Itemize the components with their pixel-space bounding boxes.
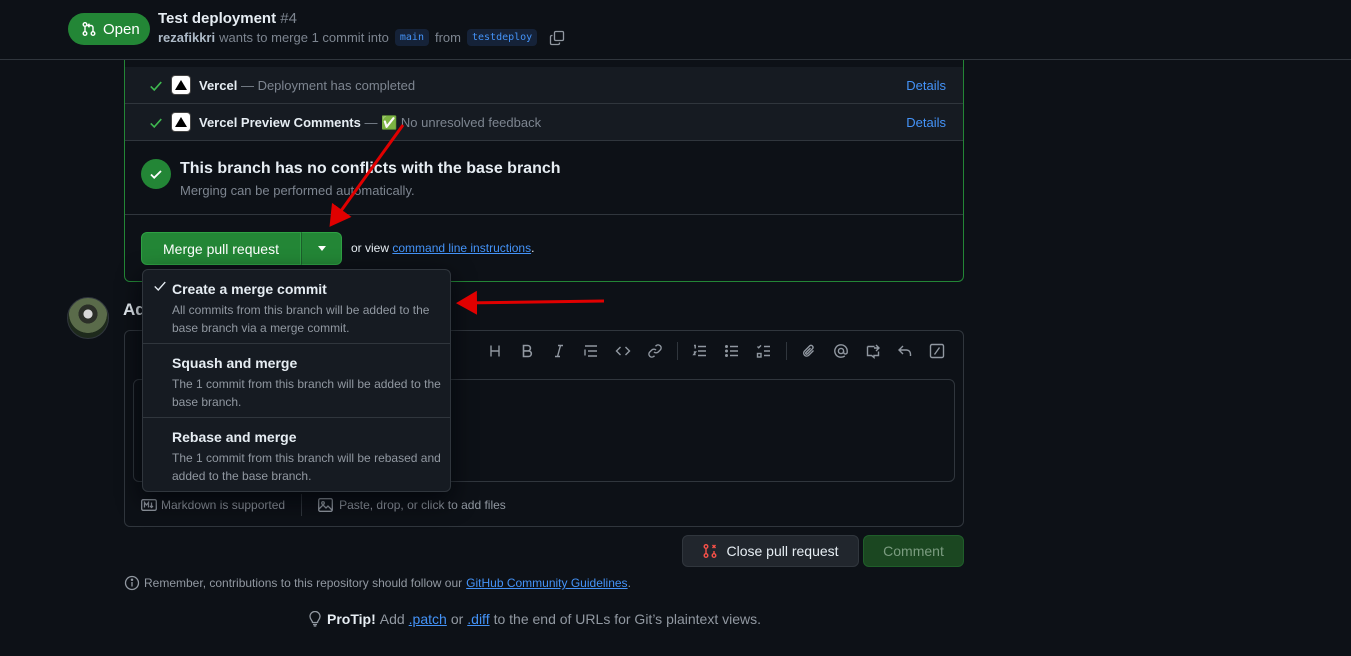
merge-box: Vercel — Deployment has completed Detail… [124, 60, 964, 282]
bold-icon[interactable] [511, 339, 543, 363]
community-guidelines-link[interactable]: GitHub Community Guidelines [466, 576, 627, 590]
link-icon[interactable] [639, 339, 671, 363]
check-description: — ✅ No unresolved feedback [364, 115, 542, 130]
comment-footer: Markdown is supported Paste, drop, or cl… [141, 494, 506, 516]
check-details-link[interactable]: Details [906, 115, 946, 130]
italic-icon[interactable] [543, 339, 575, 363]
pr-title-text: Test deployment [158, 10, 277, 27]
check-name: Vercel [199, 78, 238, 93]
menu-item-title: Create a merge commit [172, 281, 327, 297]
check-icon [150, 81, 162, 92]
vercel-logo-icon [171, 112, 191, 132]
merge-button-group: Merge pull request [141, 232, 342, 265]
pr-title: Test deployment #4 [158, 10, 297, 27]
protip-label: ProTip! [327, 611, 376, 627]
or-view-label: or view [351, 241, 390, 255]
base-branch[interactable]: main [394, 29, 429, 46]
toolbar-divider [786, 342, 787, 360]
git-pull-request-closed-icon [703, 544, 717, 558]
patch-link[interactable]: .patch [409, 611, 447, 627]
merge-method-rebase-and-merge[interactable]: Rebase and merge The 1 commit from this … [143, 418, 450, 492]
markdown-note-label: Markdown is supported [161, 498, 286, 512]
menu-item-description: The 1 commit from this branch will be re… [172, 451, 441, 483]
code-icon[interactable] [607, 339, 639, 363]
pr-state-label: Open [103, 20, 140, 38]
heading-icon[interactable] [479, 339, 511, 363]
add-files-button[interactable]: Paste, drop, or click to add files [318, 498, 506, 512]
command-line-instructions-link[interactable]: command line instructions [392, 241, 531, 255]
menu-item-title: Rebase and merge [172, 429, 297, 445]
guidelines-text: Remember, contributions to this reposito… [144, 576, 463, 590]
conflict-title: This branch has no conflicts with the ba… [180, 160, 561, 177]
guidelines-period: . [627, 576, 631, 590]
merge-method-menu: Create a merge commit All commits from t… [142, 269, 451, 492]
unordered-list-icon[interactable] [716, 339, 748, 363]
git-pull-request-icon [82, 22, 96, 36]
caret-down-icon [317, 246, 326, 251]
merge-method-dropdown-button[interactable] [301, 232, 342, 265]
merge-pull-request-button[interactable]: Merge pull request [141, 232, 301, 265]
check-text: Vercel Preview Comments — ✅ No unresolve… [199, 115, 541, 131]
community-guidelines-note: Remember, contributions to this reposito… [124, 575, 631, 591]
mention-icon[interactable] [825, 339, 857, 363]
menu-item-title: Squash and merge [172, 355, 298, 371]
quote-icon[interactable] [575, 339, 607, 363]
markdown-icon [141, 499, 157, 511]
slash-command-icon[interactable] [921, 339, 953, 363]
head-branch[interactable]: testdeploy [466, 29, 538, 46]
check-description: — Deployment has completed [240, 78, 416, 93]
pr-number: #4 [280, 10, 297, 27]
ordered-list-icon[interactable] [684, 339, 716, 363]
protip-text: Add [379, 611, 405, 627]
info-icon [124, 575, 140, 591]
toolbar-divider [677, 342, 678, 360]
vercel-logo-icon [171, 75, 191, 95]
close-pull-request-button[interactable]: Close pull request [682, 535, 859, 567]
menu-item-description: The 1 commit from this branch will be ad… [172, 377, 441, 409]
cross-reference-icon[interactable] [857, 339, 889, 363]
sticky-header: Open Test deployment #4 rezafikkri wants… [0, 0, 1351, 60]
check-row-vercel: Vercel — Deployment has completed Detail… [125, 67, 963, 104]
check-icon [154, 281, 166, 291]
from-text: from [434, 30, 461, 45]
avatar[interactable] [67, 297, 109, 339]
merge-method-squash-and-merge[interactable]: Squash and merge The 1 commit from this … [143, 344, 450, 418]
conflict-status: This branch has no conflicts with the ba… [125, 142, 963, 215]
markdown-toolbar [479, 339, 953, 363]
footer-divider [301, 494, 303, 516]
conflict-subtitle: Merging can be performed automatically. [180, 183, 415, 198]
pr-meta: rezafikkri wants to merge 1 commit into … [158, 29, 565, 46]
reply-icon[interactable] [889, 339, 921, 363]
check-text: Vercel — Deployment has completed [199, 78, 415, 93]
check-icon [150, 118, 162, 129]
annotation-arrow-to-merge-commit [456, 290, 605, 315]
check-name: Vercel Preview Comments [199, 115, 361, 130]
markdown-note[interactable]: Markdown is supported [141, 498, 285, 512]
light-bulb-icon [309, 611, 321, 627]
protip: ProTip! Add .patch or .diff to the end o… [307, 611, 761, 627]
or-view-text: or view command line instructions. [351, 241, 534, 255]
protip-or: or [450, 611, 464, 627]
image-icon [318, 498, 334, 512]
pr-state-badge: Open [68, 13, 150, 45]
check-circle-icon [141, 159, 171, 189]
protip-text-end: to the end of URLs for Git’s plaintext v… [493, 611, 761, 627]
pr-meta-text: wants to merge 1 commit into [219, 30, 389, 45]
close-pull-request-label: Close pull request [726, 543, 839, 559]
merge-method-create-merge-commit[interactable]: Create a merge commit All commits from t… [143, 270, 450, 344]
pr-author-link[interactable]: rezafikkri [158, 30, 215, 45]
add-files-label: Paste, drop, or click to add files [339, 498, 506, 512]
menu-item-description: All commits from this branch will be add… [172, 303, 430, 335]
copy-icon[interactable] [549, 30, 565, 46]
check-row-vercel-preview-comments: Vercel Preview Comments — ✅ No unresolve… [125, 104, 963, 141]
paperclip-icon[interactable] [793, 339, 825, 363]
check-details-link[interactable]: Details [906, 78, 946, 93]
period: . [531, 241, 535, 255]
comment-button[interactable]: Comment [863, 535, 964, 567]
diff-link[interactable]: .diff [467, 611, 489, 627]
task-list-icon[interactable] [748, 339, 780, 363]
